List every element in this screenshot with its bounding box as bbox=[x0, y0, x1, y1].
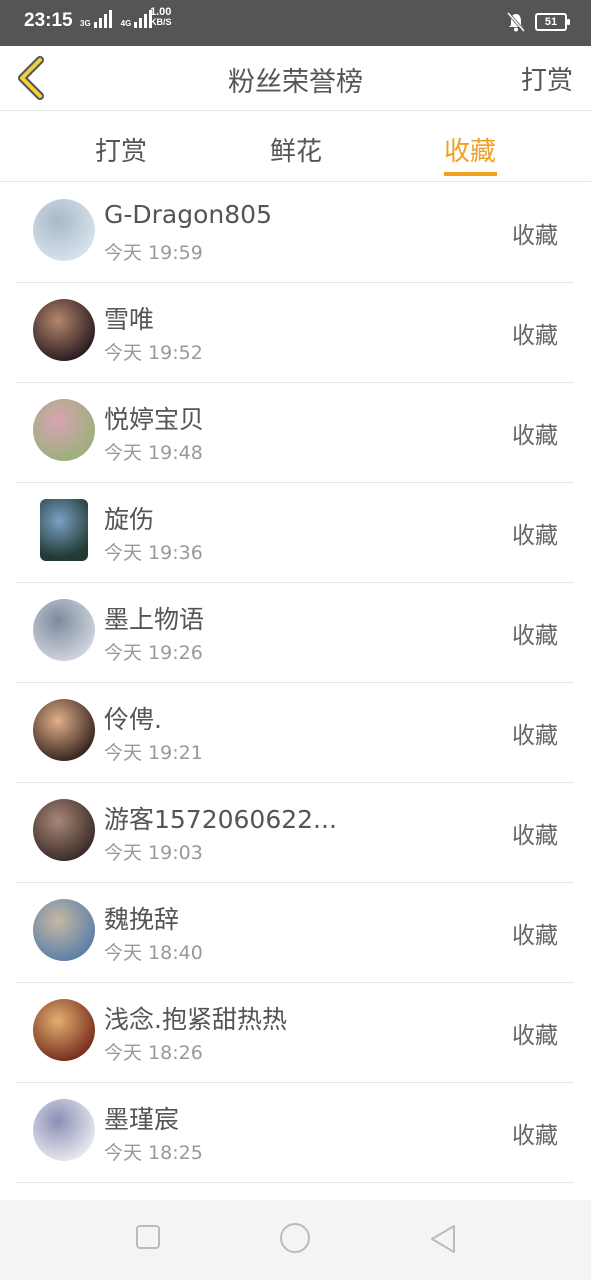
favorites-list: G-Dragon805 今天 19:59 收藏 雪唯 今天 19:52 收藏 悦婷宝贝 今天 … bbox=[0, 182, 591, 1200]
avatar[interactable] bbox=[33, 299, 95, 361]
action-label: 收藏 bbox=[512, 1123, 558, 1149]
list-item[interactable]: 墨上物语今天 19:26 收藏 bbox=[16, 582, 574, 683]
system-nav-bar bbox=[0, 1200, 591, 1280]
signal-icon-1 bbox=[93, 10, 112, 28]
circle-icon[interactable] bbox=[279, 1222, 311, 1254]
action-label: 收藏 bbox=[512, 823, 558, 849]
user-name: 墨瑾宸 bbox=[104, 1105, 180, 1134]
tab-bar: 打赏 鲜花 收藏 bbox=[0, 111, 591, 182]
action-label: 收藏 bbox=[512, 723, 558, 749]
user-name: 悦婷宝贝 bbox=[104, 405, 205, 434]
list-item[interactable]: 浅念.抱紧甜热热今天 18:26 收藏 bbox=[16, 982, 574, 1083]
timestamp: 今天 19:48 bbox=[104, 442, 203, 464]
avatar[interactable] bbox=[33, 199, 95, 261]
list-item[interactable]: 墨瑾宸今天 18:25 收藏 bbox=[16, 1082, 574, 1183]
mute-bell-icon bbox=[507, 12, 525, 32]
avatar[interactable] bbox=[33, 599, 95, 661]
avatar[interactable] bbox=[33, 799, 95, 861]
status-bar: 23:15 3G 4G 1.00 KB/S 51 bbox=[0, 0, 591, 46]
timestamp: 今天 19:26 bbox=[104, 642, 203, 664]
avatar[interactable] bbox=[33, 999, 95, 1061]
tab-favorites[interactable]: 收藏 bbox=[444, 131, 496, 168]
user-name: 游客1572060622... bbox=[104, 805, 337, 834]
network-speed-unit: KB/S bbox=[150, 17, 172, 27]
avatar[interactable] bbox=[33, 399, 95, 461]
list-item[interactable]: 魏挽辞今天 18:40 收藏 bbox=[16, 882, 574, 983]
avatar[interactable] bbox=[40, 499, 88, 561]
user-name: 魏挽辞 bbox=[104, 905, 180, 934]
action-label: 收藏 bbox=[512, 623, 558, 649]
list-item[interactable]: 旋伤今天 19:36 收藏 bbox=[16, 482, 574, 583]
action-label: 收藏 bbox=[512, 423, 558, 449]
tab-flowers[interactable]: 鲜花 bbox=[270, 131, 322, 168]
action-label: 收藏 bbox=[512, 1023, 558, 1049]
network-type-2: 4G bbox=[120, 19, 132, 28]
avatar[interactable] bbox=[33, 699, 95, 761]
list-item[interactable]: G-Dragon805 今天 19:59 收藏 bbox=[16, 182, 574, 283]
network-speed: 1.00 KB/S bbox=[150, 7, 172, 27]
timestamp: 今天 18:25 bbox=[104, 1142, 203, 1164]
active-tab-indicator bbox=[444, 172, 497, 176]
avatar[interactable] bbox=[33, 1099, 95, 1161]
header-bar: 粉丝荣誉榜 打赏 bbox=[0, 46, 591, 111]
timestamp: 今天 19:03 bbox=[104, 842, 203, 864]
timestamp: 今天 19:36 bbox=[104, 542, 203, 564]
user-name: 雪唯 bbox=[104, 305, 155, 334]
user-name: 浅念.抱紧甜热热 bbox=[104, 1005, 287, 1034]
user-name: 旋伤 bbox=[104, 505, 155, 534]
timestamp: 今天 18:26 bbox=[104, 1042, 203, 1064]
user-name: G-Dragon805 bbox=[104, 200, 272, 229]
network-speed-value: 1.00 bbox=[150, 6, 172, 18]
user-name: 伶俜. bbox=[104, 705, 162, 734]
avatar[interactable] bbox=[33, 899, 95, 961]
reward-button[interactable]: 打赏 bbox=[521, 60, 573, 97]
list-item[interactable]: 游客1572060622... 今天 19:03 收藏 bbox=[16, 782, 574, 883]
network-type-1: 3G bbox=[80, 19, 91, 28]
user-name: 墨上物语 bbox=[104, 605, 205, 634]
timestamp: 今天 19:59 bbox=[104, 242, 203, 264]
status-time: 23:15 bbox=[24, 10, 73, 31]
list-item-partial[interactable] bbox=[16, 1182, 574, 1200]
timestamp: 今天 18:40 bbox=[104, 942, 203, 964]
timestamp: 今天 19:52 bbox=[104, 342, 203, 364]
page-title: 粉丝荣誉榜 bbox=[228, 67, 363, 98]
action-label: 收藏 bbox=[512, 223, 558, 249]
list-item[interactable]: 伶俜. 今天 19:21 收藏 bbox=[16, 682, 574, 783]
list-item[interactable]: 雪唯今天 19:52 收藏 bbox=[16, 282, 574, 383]
action-label: 收藏 bbox=[512, 523, 558, 549]
timestamp: 今天 19:21 bbox=[104, 742, 203, 764]
list-item[interactable]: 悦婷宝贝今天 19:48 收藏 bbox=[16, 382, 574, 483]
triangle-back-icon[interactable] bbox=[429, 1224, 457, 1254]
signal-indicators: 3G 4G bbox=[80, 10, 153, 28]
battery-icon: 51 bbox=[535, 13, 570, 31]
action-label: 收藏 bbox=[512, 323, 558, 349]
tab-reward[interactable]: 打赏 bbox=[95, 131, 147, 168]
square-icon[interactable] bbox=[135, 1224, 161, 1250]
action-label: 收藏 bbox=[512, 923, 558, 949]
